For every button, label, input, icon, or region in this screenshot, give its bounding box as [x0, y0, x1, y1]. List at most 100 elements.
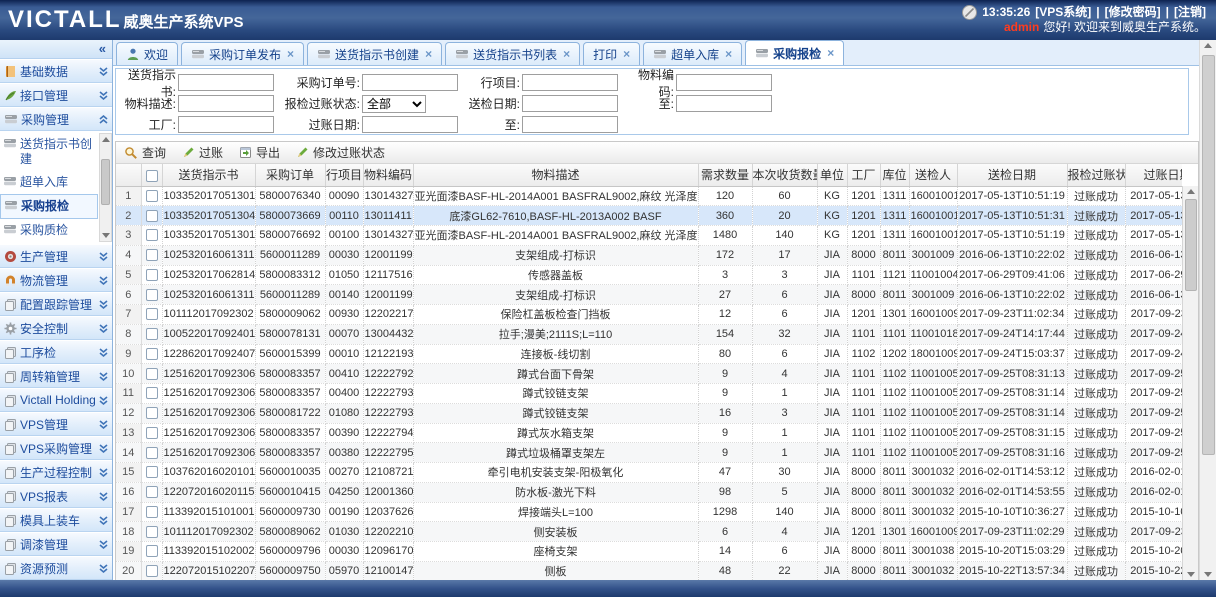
- post-button[interactable]: 过账: [182, 144, 223, 161]
- sidebar-item-resource-forecast[interactable]: 资源预测: [0, 556, 112, 580]
- row-checkbox[interactable]: [146, 466, 158, 478]
- material-code-field-input[interactable]: [676, 74, 772, 91]
- change-password-link[interactable]: [修改密码]: [1105, 5, 1161, 20]
- column-header-req-qty[interactable]: 需求数量: [698, 164, 752, 186]
- column-header-delivery-no[interactable]: 送货指示书: [162, 164, 255, 186]
- table-row[interactable]: 210335201705130458000736690011013011411底…: [116, 206, 1182, 226]
- sidebar-item-purchasing-management[interactable]: 采购管理: [0, 107, 112, 131]
- sidebar-item-interface-management[interactable]: 接口管理: [0, 83, 112, 107]
- scroll-down-icon[interactable]: [1204, 572, 1212, 577]
- sidebar-item-process-inspection[interactable]: 工序检: [0, 340, 112, 364]
- row-checkbox[interactable]: [146, 328, 158, 340]
- sidebar-item-basic-data[interactable]: 基础数据: [0, 59, 112, 83]
- row-checkbox[interactable]: [146, 348, 158, 360]
- table-row[interactable]: 410253201606131156000112890003012001199支…: [116, 245, 1182, 265]
- scroll-up-icon[interactable]: [102, 137, 110, 142]
- row-checkbox[interactable]: [146, 565, 158, 577]
- row-checkbox[interactable]: [146, 526, 158, 538]
- row-checkbox[interactable]: [146, 506, 158, 518]
- column-header-material-desc[interactable]: 物料描述: [413, 164, 698, 186]
- row-checkbox[interactable]: [146, 190, 158, 202]
- column-header-po-no[interactable]: 采购订单: [255, 164, 325, 186]
- scroll-down-icon[interactable]: [102, 233, 110, 238]
- tab-purchase-order-release[interactable]: 采购订单发布×: [181, 42, 304, 65]
- column-header-inspector[interactable]: 送检人: [909, 164, 957, 186]
- sidebar-subitem-delivery-instruction-create[interactable]: 送货指示书创建: [0, 133, 98, 171]
- material-desc-field-input[interactable]: [178, 95, 274, 112]
- table-row[interactable]: 1911339201510200256000097960003012096170…: [116, 542, 1182, 562]
- select-all-checkbox[interactable]: [146, 170, 158, 182]
- table-row[interactable]: 1711339201510100156000097300019012037626…: [116, 502, 1182, 522]
- column-header-recv-qty[interactable]: 本次收货数量: [752, 164, 817, 186]
- table-row[interactable]: 1510376201602010156000100350027012108721…: [116, 463, 1182, 483]
- query-button[interactable]: 查询: [124, 144, 166, 161]
- sidebar-item-vps-purchasing-management[interactable]: VPS采购管理: [0, 436, 112, 460]
- sidebar-item-mold-loading[interactable]: 模具上装车: [0, 508, 112, 532]
- row-checkbox[interactable]: [146, 427, 158, 439]
- close-icon[interactable]: ×: [563, 47, 570, 61]
- table-row[interactable]: 810052201709240158000781310007013004432拉…: [116, 324, 1182, 344]
- sidebar-item-victall-holding[interactable]: Victall Holding: [0, 388, 112, 412]
- row-checkbox[interactable]: [146, 368, 158, 380]
- sidebar-item-production-management[interactable]: 生产管理: [0, 244, 112, 268]
- tab-delivery-instruction-create[interactable]: 送货指示书创建×: [307, 42, 442, 65]
- sidebar-item-security-control[interactable]: 安全控制: [0, 316, 112, 340]
- row-checkbox[interactable]: [146, 269, 158, 281]
- table-row[interactable]: 310335201705130158000766920010013014327亚…: [116, 226, 1182, 246]
- purchase-order-no-field-input[interactable]: [362, 74, 458, 91]
- line-item-field-input[interactable]: [522, 74, 618, 91]
- close-icon[interactable]: ×: [623, 47, 630, 61]
- row-checkbox[interactable]: [146, 407, 158, 419]
- column-header-plant[interactable]: 工厂: [847, 164, 880, 186]
- table-row[interactable]: 1312516201709230658000833570039012222794…: [116, 423, 1182, 443]
- sidebar-subitem-over-order-receipt[interactable]: 超单入库: [0, 171, 98, 194]
- scroll-up-icon[interactable]: [1204, 43, 1212, 48]
- scroll-down-icon[interactable]: [1187, 572, 1195, 577]
- column-header-material-code[interactable]: 物料编码: [363, 164, 413, 186]
- row-checkbox[interactable]: [146, 249, 158, 261]
- table-row[interactable]: 610253201606131156000112890014012001199支…: [116, 285, 1182, 305]
- sidebar-subitem-purchase-inspection[interactable]: 采购报检: [0, 194, 98, 219]
- logout-link[interactable]: [注销]: [1174, 5, 1206, 20]
- table-scrollbar[interactable]: [1182, 186, 1198, 580]
- plant-field-input[interactable]: [178, 116, 274, 133]
- close-icon[interactable]: ×: [827, 46, 834, 60]
- sidebar-subitem-purchase-quality-check[interactable]: 采购质检: [0, 219, 98, 242]
- sidebar-item-turnover-box-management[interactable]: 周转箱管理: [0, 364, 112, 388]
- row-checkbox[interactable]: [146, 210, 158, 222]
- tab-purchase-inspection[interactable]: 采购报检×: [745, 40, 844, 65]
- table-row[interactable]: 1810111201709230258000890620103012202210…: [116, 522, 1182, 542]
- table-row[interactable]: 1612207201602011556000104150425012001360…: [116, 482, 1182, 502]
- sidebar-item-vps-reports[interactable]: VPS报表: [0, 484, 112, 508]
- tab-delivery-instruction-list[interactable]: 送货指示书列表×: [445, 42, 580, 65]
- column-header-line-item[interactable]: 行项目: [325, 164, 363, 186]
- row-checkbox[interactable]: [146, 229, 158, 241]
- delivery-instruction-field-input[interactable]: [178, 74, 274, 91]
- vps-system-link[interactable]: [VPS系统]: [1035, 5, 1091, 20]
- column-header-unit[interactable]: 单位: [817, 164, 847, 186]
- row-checkbox[interactable]: [146, 486, 158, 498]
- row-checkbox[interactable]: [146, 447, 158, 459]
- column-header-storage-loc[interactable]: 库位: [880, 164, 909, 186]
- inspect-date-to-field-input[interactable]: [676, 95, 772, 112]
- row-checkbox[interactable]: [146, 289, 158, 301]
- inspect-date-field-input[interactable]: [522, 95, 618, 112]
- tab-over-order-receipt[interactable]: 超单入库×: [643, 42, 742, 65]
- table-row[interactable]: 710111201709230258000090620093012202217保…: [116, 305, 1182, 325]
- modify-post-status-button[interactable]: 修改过账状态: [296, 144, 385, 161]
- column-header-inspect-date[interactable]: 送检日期: [957, 164, 1067, 186]
- scroll-thumb[interactable]: [101, 159, 110, 205]
- tab-print[interactable]: 打印×: [583, 42, 640, 65]
- row-checkbox[interactable]: [146, 545, 158, 557]
- post-status-select[interactable]: 全部: [362, 95, 426, 113]
- row-checkbox[interactable]: [146, 387, 158, 399]
- close-icon[interactable]: ×: [725, 47, 732, 61]
- close-icon[interactable]: ×: [425, 47, 432, 61]
- submenu-scrollbar[interactable]: [99, 133, 112, 242]
- scroll-up-icon[interactable]: [1187, 189, 1195, 194]
- sidebar-item-vps-management[interactable]: VPS管理: [0, 412, 112, 436]
- table-row[interactable]: 1212516201709230658000817220108012222793…: [116, 403, 1182, 423]
- post-date-field-input[interactable]: [362, 116, 458, 133]
- column-header-post-date[interactable]: 过账日期: [1125, 164, 1182, 186]
- row-checkbox[interactable]: [146, 308, 158, 320]
